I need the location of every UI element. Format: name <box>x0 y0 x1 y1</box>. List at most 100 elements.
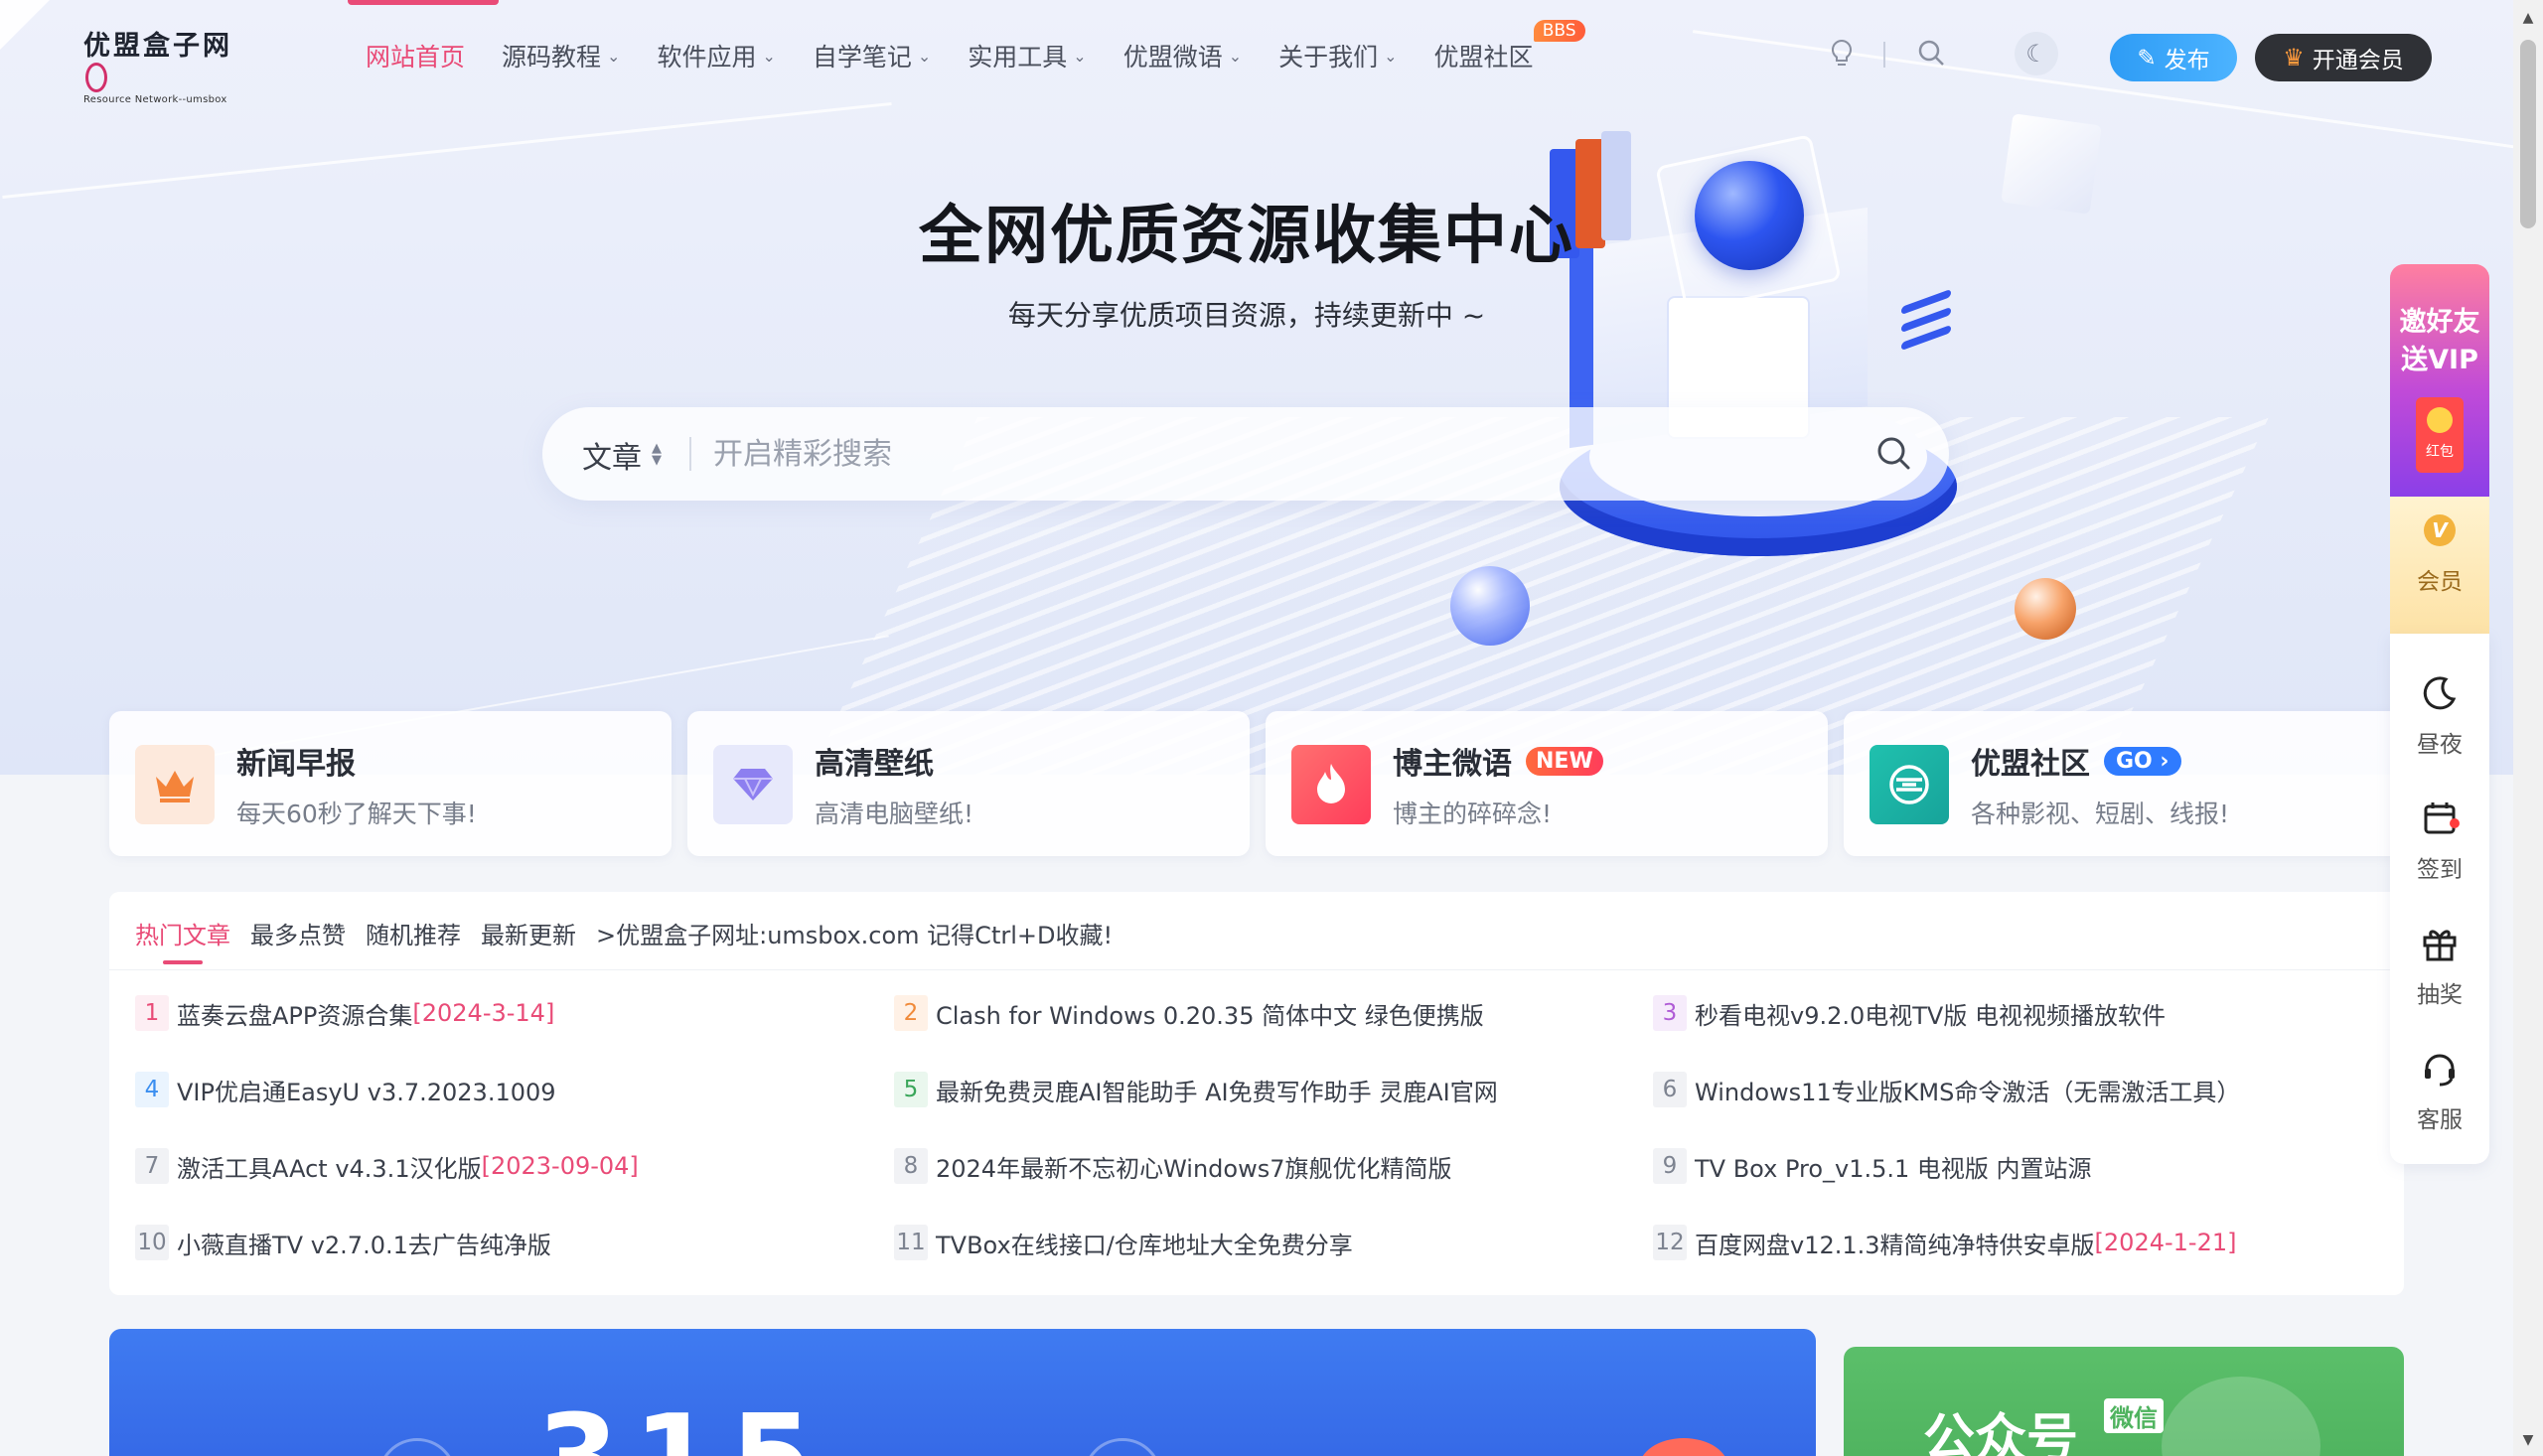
article-title: 小薇直播TV v2.7.0.1去广告纯净版 <box>177 1231 551 1259</box>
list-item[interactable]: 2 Clash for Windows 0.20.35 简体中文 绿色便携版 <box>894 995 1653 1031</box>
rank-number: 7 <box>135 1148 169 1184</box>
rank-number: 1 <box>135 995 169 1031</box>
article-title: 最新免费灵鹿AI智能助手 AI免费写作助手 灵鹿AI官网 <box>936 1078 1498 1106</box>
sidebar-tool-label: 昼夜 <box>2417 732 2463 758</box>
feature-card-news[interactable]: 新闻早报 每天60秒了解天下事! <box>109 711 672 856</box>
nav-item-7[interactable]: 优盟社区 BBS <box>1434 20 1585 75</box>
nav-item-4[interactable]: 实用工具 ⌄ <box>968 36 1086 75</box>
open-vip-label: 开通会员 <box>2312 47 2404 73</box>
nav-item-label: 软件应用 <box>657 43 757 72</box>
site-logo[interactable]: 优盟盒子网 Resource Network--umsbox <box>83 24 242 105</box>
rank-number: 3 <box>1653 995 1687 1031</box>
site-url-notice[interactable]: >优盟盒子网址:umsbox.com 记得Ctrl+D收藏! <box>596 916 1113 960</box>
chevron-down-icon: ⌄ <box>607 46 621 66</box>
nav-item-0[interactable]: 网站首页 <box>366 36 465 75</box>
nav-item-label: 网站首页 <box>366 43 466 72</box>
feature-title: 新闻早报 <box>236 747 356 782</box>
chevron-down-icon: ⌄ <box>1228 46 1243 66</box>
rank-number: 11 <box>894 1225 928 1260</box>
pencil-icon: ✎ <box>2137 44 2157 71</box>
feature-card-blogger[interactable]: 博主微语 NEW 博主的碎碎念! <box>1266 711 1828 856</box>
rank-number: 8 <box>894 1148 928 1184</box>
nav-item-3[interactable]: 自学笔记 ⌄ <box>813 36 931 75</box>
page-scrollbar[interactable]: ▲ ▼ <box>2513 0 2543 1456</box>
sidebar-lottery[interactable]: 抽奖 <box>2390 904 2489 1013</box>
nav-item-label: 自学笔记 <box>812 43 912 72</box>
headset-icon <box>2390 1049 2489 1094</box>
search-submit-icon[interactable] <box>1873 433 1913 473</box>
list-item[interactable]: 4 VIP优启通EasyU v3.7.2023.1009 <box>135 1072 894 1107</box>
promo-banner-315[interactable]: 315 <box>109 1329 1816 1456</box>
nav-active-indicator <box>348 0 499 5</box>
feature-desc: 各种影视、短剧、线报! <box>1971 800 2230 828</box>
list-item[interactable]: 9 TV Box Pro_v1.5.1 电视版 内置站源 <box>1653 1148 2390 1184</box>
nav-item-5[interactable]: 优盟微语 ⌄ <box>1123 36 1242 75</box>
article-title: 激活工具AAct v4.3.1汉化版 <box>177 1154 482 1183</box>
sidebar-vip[interactable]: V 会员 <box>2390 497 2489 634</box>
rank-number: 4 <box>135 1072 169 1107</box>
nav-item-1[interactable]: 源码教程 ⌄ <box>502 36 620 75</box>
search-divider <box>689 437 691 471</box>
sidebar-vip-label: 会员 <box>2417 569 2463 595</box>
diamond-icon <box>713 745 793 824</box>
header-divider <box>1883 42 1885 68</box>
chevron-down-icon: ⌄ <box>917 46 932 66</box>
list-item[interactable]: 8 2024年最新不忘初心Windows7旗舰优化精简版 <box>894 1148 1653 1184</box>
sidebar-support[interactable]: 客服 <box>2390 1029 2489 1138</box>
logo-text: 优盟盒子网 <box>83 31 232 62</box>
scroll-thumb[interactable] <box>2520 40 2536 228</box>
bbs-badge: BBS <box>1533 20 1585 42</box>
article-title: Windows11专业版KMS命令激活（无需激活工具） <box>1695 1078 2241 1106</box>
list-item[interactable]: 3 秒看电视v9.2.0电视TV版 电视视频播放软件 <box>1653 995 2390 1031</box>
tab-2[interactable]: 随机推荐 <box>366 916 461 960</box>
dark-mode-toggle[interactable]: ☾ <box>2015 32 2058 75</box>
scroll-up-arrow[interactable]: ▲ <box>2513 10 2543 30</box>
nav-item-label: 源码教程 <box>502 43 602 72</box>
sidebar-checkin[interactable]: 签到 <box>2390 779 2489 888</box>
nav-item-label: 实用工具 <box>968 43 1068 72</box>
article-date: [2024-1-21] <box>2094 1229 2237 1256</box>
list-item[interactable]: 1 蓝奏云盘APP资源合集 [2024-3-14] <box>135 995 894 1031</box>
nav-item-2[interactable]: 软件应用 ⌄ <box>657 36 775 75</box>
wechat-official-banner[interactable]: 公众号 微信 <box>1844 1347 2404 1456</box>
search-type-select[interactable]: 文章 ▲ ▼ <box>582 433 662 477</box>
list-item[interactable]: 12 百度网盘v12.1.3精简纯净特供安卓版 [2024-1-21] <box>1653 1225 2390 1260</box>
crown-icon: ♛ <box>2283 44 2305 72</box>
open-vip-button[interactable]: ♛ 开通会员 <box>2255 34 2432 81</box>
list-item[interactable]: 5 最新免费灵鹿AI智能助手 AI免费写作助手 灵鹿AI官网 <box>894 1072 1653 1107</box>
tab-0[interactable]: 热门文章 <box>135 916 230 960</box>
official-account-text: 公众号 <box>1923 1409 2079 1456</box>
feature-card-wallpaper[interactable]: 高清壁纸 高清电脑壁纸! <box>687 711 1250 856</box>
article-tabs: 热门文章 最多点赞 随机推荐 最新更新 >优盟盒子网址:umsbox.com 记得Ctr… <box>135 916 1113 960</box>
gift-icon <box>2390 924 2489 969</box>
go-badge: GO › <box>2104 746 2181 776</box>
sidebar-day-night[interactable]: 昼夜 <box>2390 654 2489 763</box>
logo-corner-deco <box>0 0 50 50</box>
hero-banner <box>0 0 2543 775</box>
tab-1[interactable]: 最多点赞 <box>250 916 346 960</box>
list-item[interactable]: 10 小薇直播TV v2.7.0.1去广告纯净版 <box>135 1225 894 1260</box>
community-icon <box>1870 745 1949 824</box>
scroll-down-arrow[interactable]: ▼ <box>2513 1432 2543 1452</box>
list-item[interactable]: 6 Windows11专业版KMS命令激活（无需激活工具） <box>1653 1072 2390 1107</box>
tab-3[interactable]: 最新更新 <box>481 916 576 960</box>
sidebar-tool-label: 客服 <box>2417 1107 2463 1133</box>
list-item[interactable]: 7 激活工具AAct v4.3.1汉化版 [2023-09-04] <box>135 1148 894 1184</box>
publish-button[interactable]: ✎ 发布 <box>2110 34 2237 81</box>
banner-deco-glow <box>1639 1438 1728 1456</box>
lightbulb-icon[interactable] <box>1826 38 1858 70</box>
sort-updown-icon: ▲ ▼ <box>652 441 662 468</box>
article-title: TV Box Pro_v1.5.1 电视版 内置站源 <box>1695 1154 2092 1183</box>
feature-card-community[interactable]: 优盟社区 GO › 各种影视、短剧、线报! <box>1844 711 2406 856</box>
moon-icon <box>2390 673 2489 719</box>
nav-item-6[interactable]: 关于我们 ⌄ <box>1278 36 1397 75</box>
list-item[interactable]: 11 TVBox在线接口/仓库地址大全免费分享 <box>894 1225 1653 1260</box>
rank-number: 5 <box>894 1072 928 1107</box>
search-icon[interactable] <box>1915 38 1947 70</box>
invite-vip-promo[interactable]: 邀好友 送VIP 红包 <box>2390 264 2489 497</box>
hero-title: 全网优质资源收集中心 <box>919 200 1574 273</box>
article-list: 1 蓝奏云盘APP资源合集 [2024-3-14] 2 Clash for Window… <box>135 995 2390 1260</box>
rank-number: 9 <box>1653 1148 1687 1184</box>
nav-item-label: 关于我们 <box>1278 43 1379 72</box>
search-input[interactable] <box>713 429 1806 479</box>
